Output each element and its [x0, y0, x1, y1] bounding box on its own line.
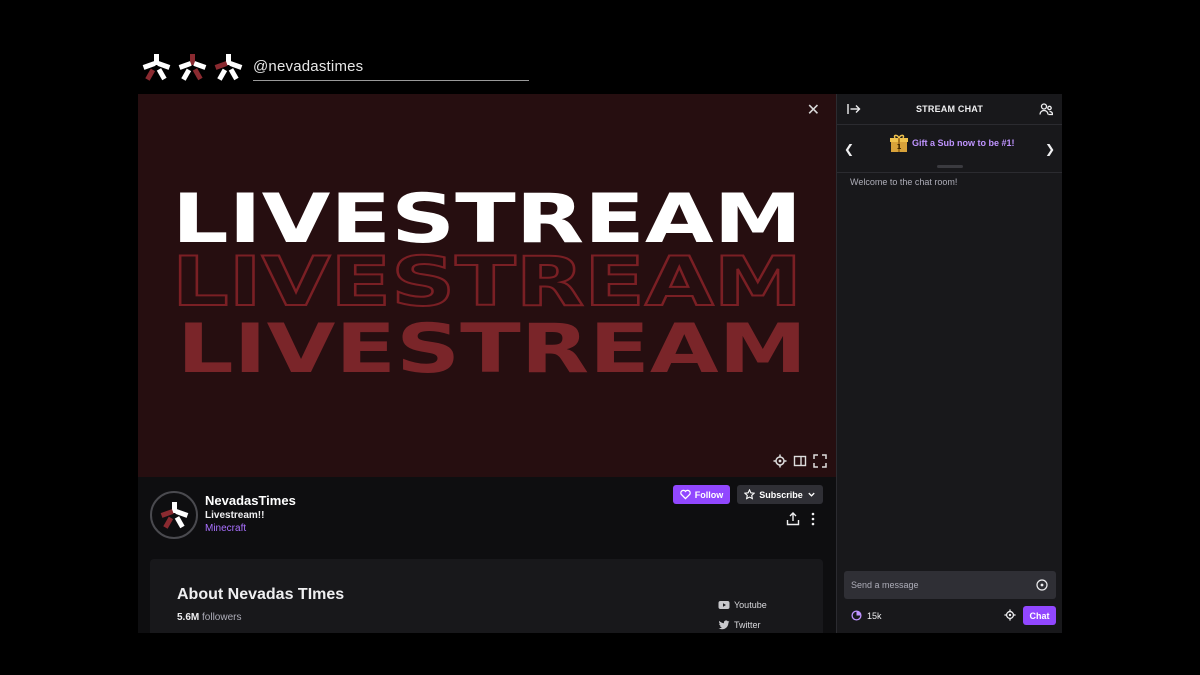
stream-window: LIVESTREAM LIVESTREAM LIVESTREAM ✕ Nevad… — [138, 94, 1062, 633]
livestream-text-red: LIVESTREAM — [177, 310, 807, 389]
svg-text:1: 1 — [897, 143, 902, 151]
handle-text: @nevadastimes — [253, 58, 364, 75]
carousel-indicator — [937, 165, 963, 168]
welcome-message: Welcome to the chat room! — [850, 177, 958, 187]
asterisk-logo-icon — [160, 502, 189, 529]
asterisk-logo-icon — [178, 54, 207, 81]
subscribe-button[interactable]: Subscribe — [737, 485, 823, 504]
channel-name[interactable]: NevadasTimes — [205, 493, 296, 508]
social-link-youtube[interactable]: Youtube — [718, 600, 767, 610]
chat-send-button[interactable]: Chat — [1023, 606, 1056, 625]
subscribe-label: Subscribe — [759, 489, 803, 500]
social-label: Youtube — [734, 600, 767, 610]
social-link-twitter[interactable]: Twitter — [718, 620, 761, 630]
chat-settings-icon[interactable] — [1004, 609, 1016, 621]
chat-header: STREAM CHAT — [837, 94, 1062, 125]
stream-title: Livestream!! — [205, 510, 265, 521]
star-icon — [744, 489, 756, 500]
brand-logos — [141, 52, 243, 82]
gift-sub-text[interactable]: Gift a Sub now to be #1! — [912, 138, 1015, 148]
player-controls — [773, 454, 827, 468]
theatre-mode-icon[interactable] — [793, 454, 807, 468]
followers-number: 5.6M — [177, 612, 200, 623]
follow-button[interactable]: Follow — [673, 485, 730, 504]
settings-icon[interactable] — [773, 454, 787, 468]
close-icon[interactable]: ✕ — [807, 100, 820, 120]
heart-icon — [680, 489, 691, 500]
gift-icon: 1 — [890, 134, 908, 152]
follow-label: Follow — [694, 489, 724, 500]
chat-input-placeholder: Send a message — [851, 580, 919, 590]
chevron-down-icon — [808, 492, 815, 497]
more-options-icon[interactable] — [808, 512, 818, 526]
asterisk-logo-icon — [142, 54, 171, 81]
chat-message-input[interactable]: Send a message — [844, 571, 1056, 599]
fullscreen-icon[interactable] — [813, 454, 827, 468]
about-title: About Nevadas TImes — [177, 586, 345, 603]
avatar[interactable] — [150, 491, 198, 539]
points-count: 15k — [867, 610, 882, 621]
users-icon[interactable] — [1039, 102, 1053, 116]
gift-banner: ❮ 1 Gift a Sub now to be #1! ❯ — [837, 125, 1062, 173]
handle-underline — [253, 80, 529, 81]
youtube-icon — [718, 601, 730, 609]
chat-title: STREAM CHAT — [915, 104, 984, 114]
video-player[interactable]: LIVESTREAM LIVESTREAM LIVESTREAM ✕ — [138, 94, 836, 477]
twitter-icon — [718, 620, 730, 630]
channel-info: NevadasTimes Livestream!! Minecraft Foll… — [138, 477, 836, 633]
game-link[interactable]: Minecraft — [205, 523, 246, 534]
social-label: Twitter — [734, 620, 761, 630]
share-icon[interactable] — [786, 512, 800, 526]
about-panel: About Nevadas TImes 5.6M followers Youtu… — [150, 559, 823, 633]
asterisk-logo-icon — [214, 54, 243, 81]
channel-points[interactable]: 15k — [851, 610, 882, 621]
emote-picker-icon[interactable] — [1036, 579, 1048, 591]
followers-label: followers — [202, 612, 242, 623]
livestream-graphic: LIVESTREAM LIVESTREAM LIVESTREAM — [171, 180, 807, 389]
chevron-right-icon[interactable]: ❯ — [1045, 142, 1055, 156]
chat-panel: STREAM CHAT ❮ 1 Gift a Sub now to be #1!… — [836, 94, 1062, 633]
channel-points-icon — [851, 610, 862, 621]
chevron-left-icon[interactable]: ❮ — [844, 142, 854, 156]
followers-count: 5.6M followers — [177, 612, 241, 623]
